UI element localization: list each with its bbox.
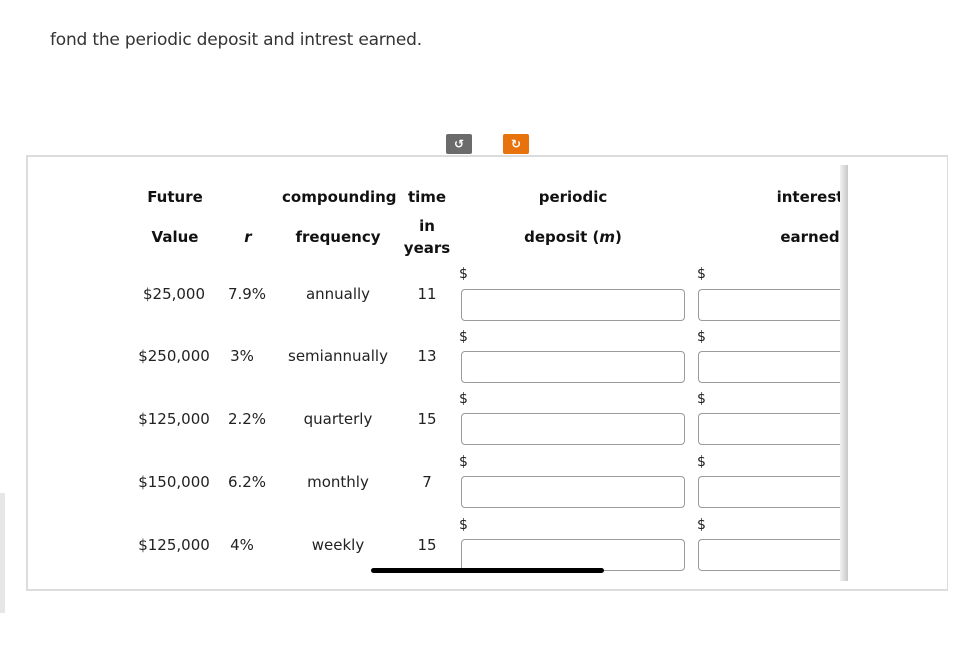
periodic-deposit-input[interactable] [461,413,685,445]
deposit-dollar-sign: $ [459,266,468,282]
deposit-dollar-sign: $ [459,454,468,470]
horizontal-scrollbar[interactable] [371,568,604,573]
header-deposit: deposit (m) [524,228,622,246]
interest-earned-input[interactable] [698,476,848,508]
interest-earned-input[interactable] [698,289,848,321]
rate-cell: 3% [230,347,254,365]
deposit-dollar-sign: $ [459,391,468,407]
interest-dollar-sign: $ [697,329,706,345]
rate-cell: 4% [230,536,254,554]
periodic-deposit-input[interactable] [461,351,685,383]
frequency-cell: semiannually [288,347,388,365]
reset-icon: ↻ [510,137,522,151]
future-value-cell: $250,000 [138,347,210,365]
future-value-cell: $150,000 [138,473,210,491]
frequency-cell: quarterly [303,410,373,428]
interest-dollar-sign: $ [697,391,706,407]
header-future: Future [147,188,203,206]
left-edge-tab [0,493,5,613]
interest-earned-input[interactable] [698,413,848,445]
frequency-cell: annually [305,285,371,303]
scroll-clip-region [848,157,946,589]
frequency-cell: monthly [307,473,369,491]
undo-button[interactable]: ↺ [446,134,472,154]
periodic-deposit-input[interactable] [461,476,685,508]
header-earned: earned [780,228,840,246]
reset-button[interactable]: ↻ [503,134,529,154]
header-in: in [419,217,435,235]
header-frequency: frequency [295,228,381,246]
header-interest: interest [776,188,844,206]
header-rate: r [244,228,252,246]
rate-cell: 6.2% [227,473,267,491]
interest-dollar-sign: $ [697,266,706,282]
frequency-cell: weekly [311,536,365,554]
header-periodic: periodic [538,188,608,206]
header-years: years [403,239,451,257]
question-prompt: fond the periodic deposit and intrest ea… [50,30,422,50]
rate-cell: 2.2% [227,410,267,428]
years-cell: 7 [422,473,432,491]
interest-dollar-sign: $ [697,454,706,470]
years-cell: 15 [417,536,437,554]
rate-cell: 7.9% [227,285,267,303]
years-cell: 15 [417,410,437,428]
years-cell: 13 [417,347,437,365]
years-cell: 11 [417,285,437,303]
interest-earned-input[interactable] [698,539,848,571]
interest-dollar-sign: $ [697,517,706,533]
future-value-cell: $125,000 [138,410,210,428]
header-value: Value [151,228,199,246]
future-value-cell: $125,000 [138,536,210,554]
periodic-deposit-input[interactable] [461,289,685,321]
interest-earned-input[interactable] [698,351,848,383]
deposit-dollar-sign: $ [459,517,468,533]
header-compounding: compounding [282,188,397,206]
future-value-cell: $25,000 [142,285,206,303]
header-time: time [407,188,447,206]
periodic-deposit-input[interactable] [461,539,685,571]
undo-icon: ↺ [453,137,465,151]
scroll-clip-shadow [840,165,848,581]
deposit-dollar-sign: $ [459,329,468,345]
